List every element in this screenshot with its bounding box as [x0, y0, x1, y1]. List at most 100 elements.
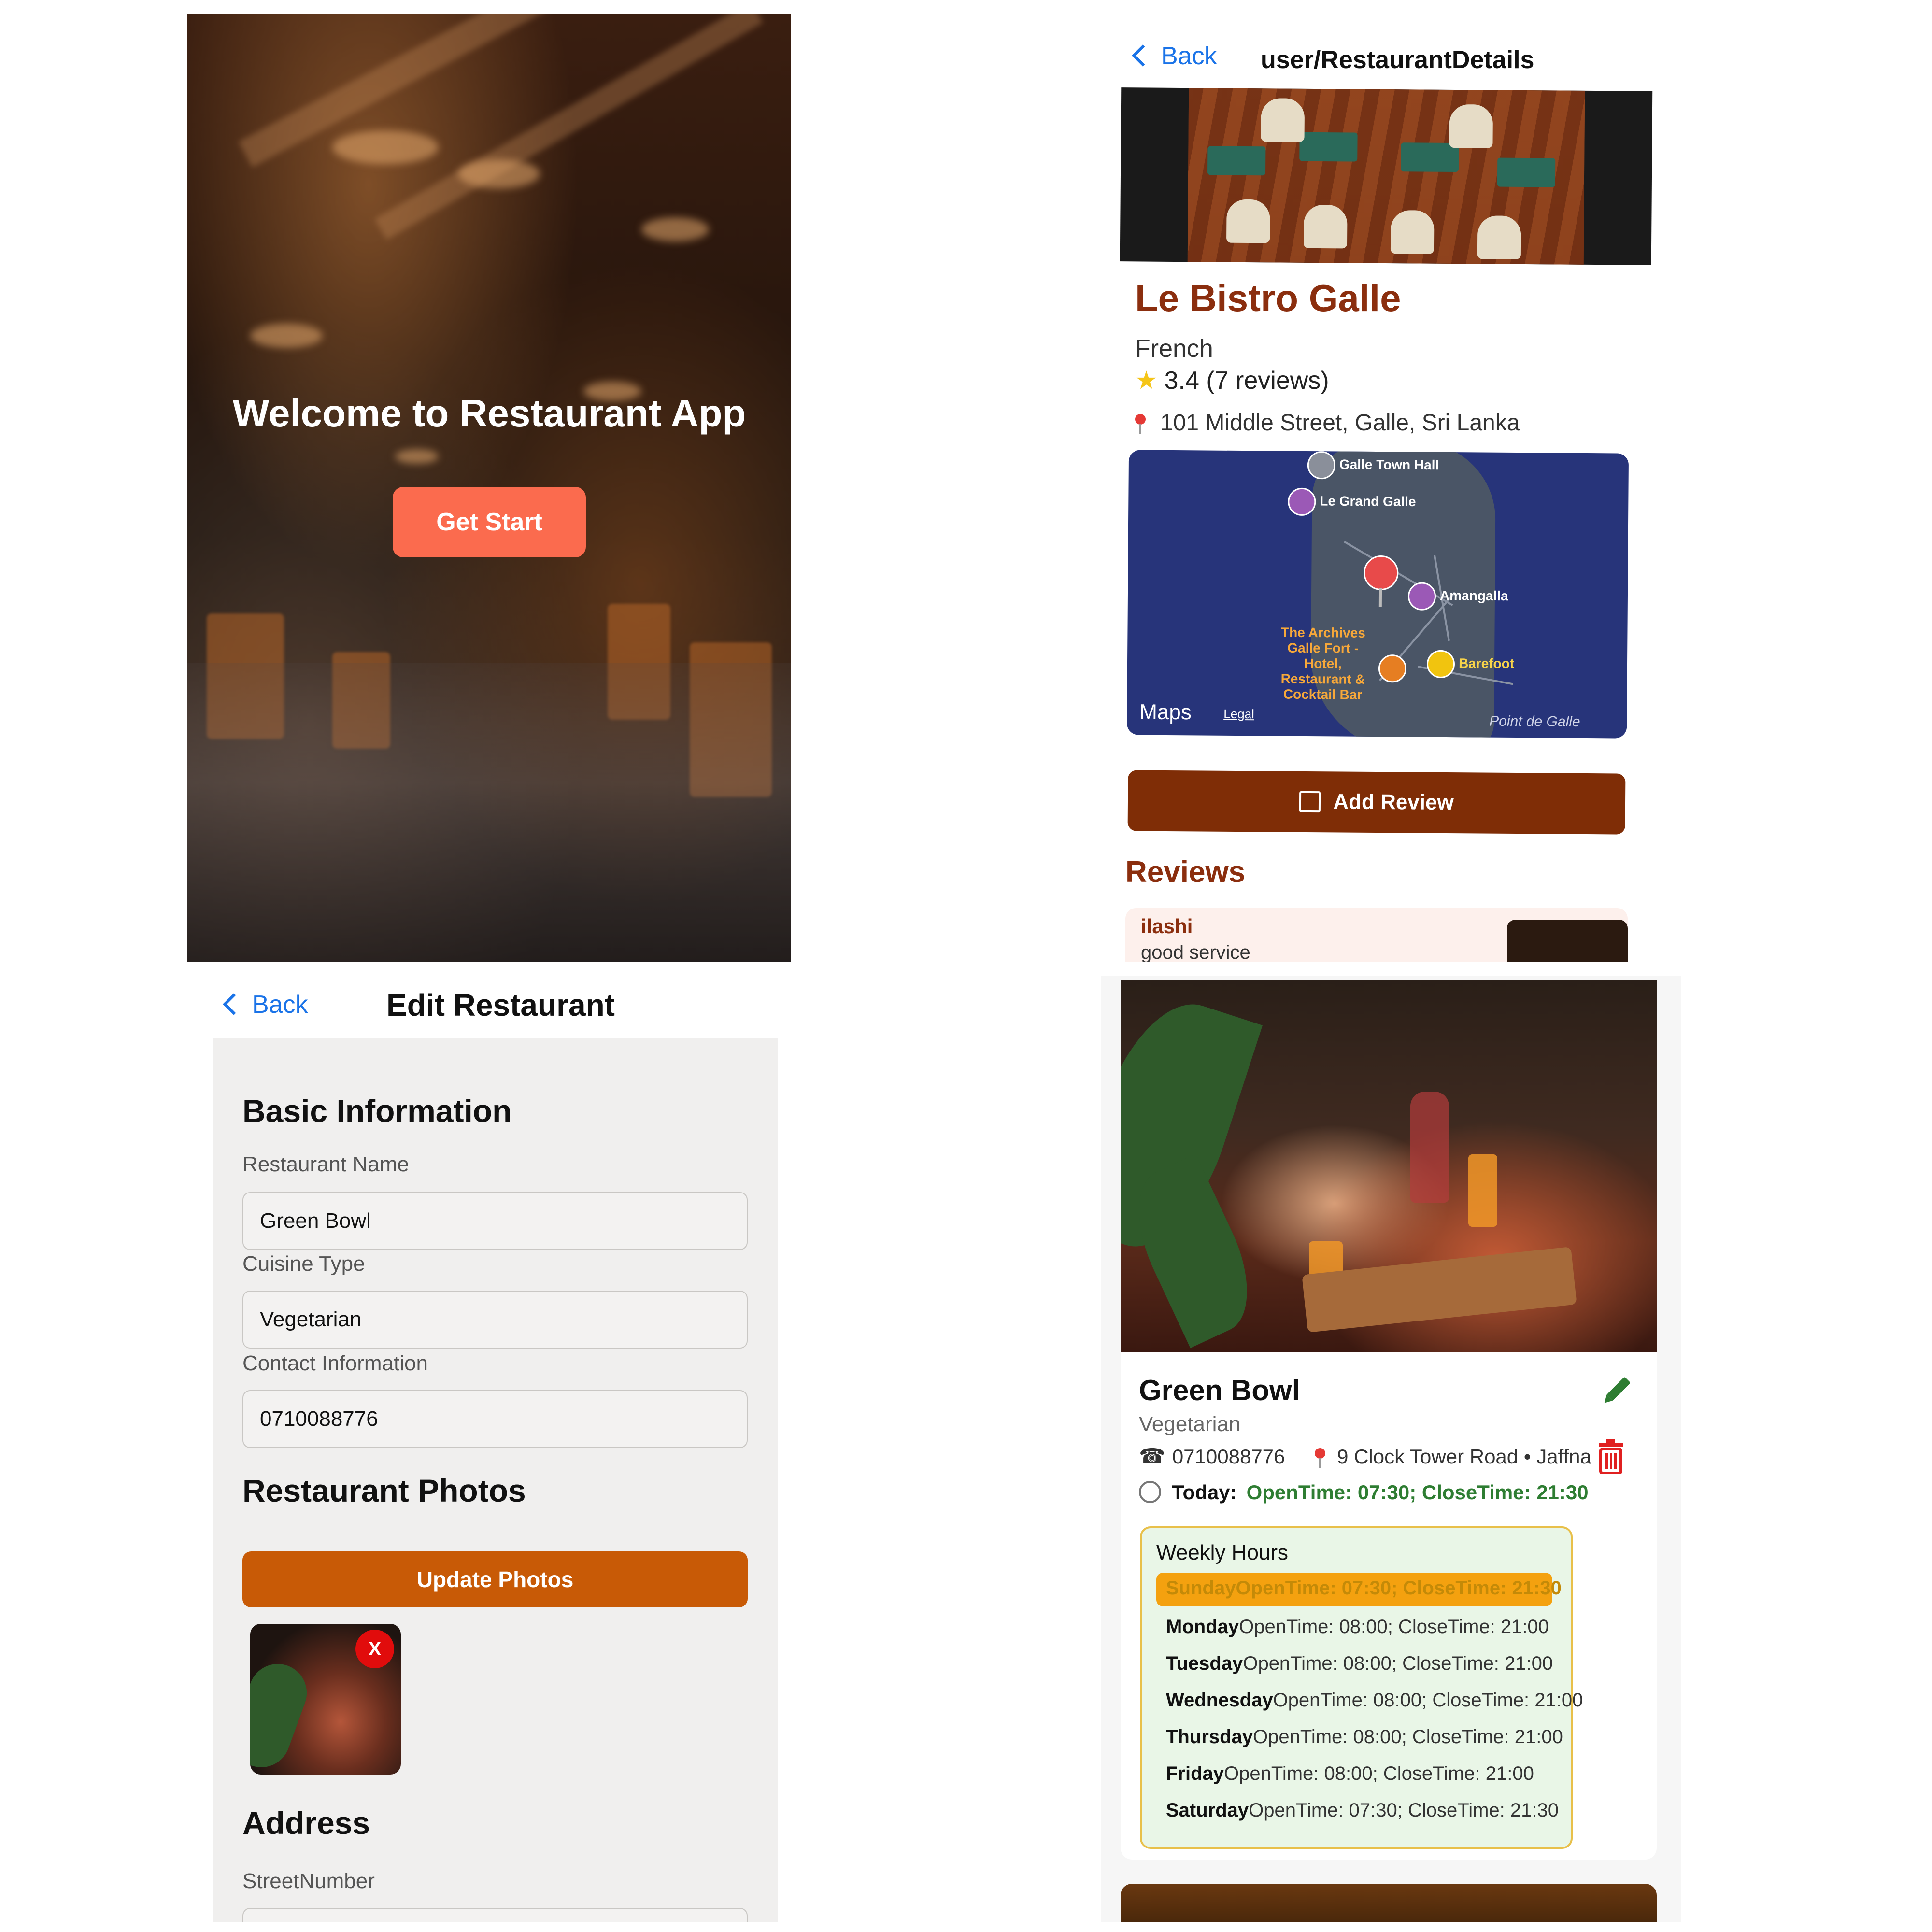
wine-carafe — [1410, 1092, 1449, 1203]
street-number-field[interactable]: 9 — [242, 1908, 748, 1922]
table-shape — [1401, 142, 1459, 172]
dining-room-photo — [1187, 88, 1585, 265]
day-hours: OpenTime: 07:30; CloseTime: 21:30 — [1249, 1800, 1559, 1821]
weekly-hours-panel: Weekly Hours SundayOpenTime: 07:30; Clos… — [1140, 1526, 1583, 1849]
rating-text: 3.4 (7 reviews) — [1164, 367, 1329, 395]
back-label: Back — [252, 991, 308, 1019]
restaurant-rating: ★ 3.4 (7 reviews) — [1135, 366, 1329, 395]
address-text: 9 Clock Tower Road • Jaffna — [1337, 1445, 1591, 1468]
bed-icon — [1407, 582, 1436, 611]
chair-shape — [1261, 98, 1305, 142]
map-poi[interactable]: The Archives Galle Fort - Hotel, Restaur… — [1267, 625, 1378, 703]
ceiling-lamp — [458, 159, 540, 188]
maps-logo: Maps — [1139, 700, 1192, 725]
star-icon: ★ — [1135, 367, 1158, 395]
restaurant-photos-heading: Restaurant Photos — [242, 1473, 526, 1508]
restaurant-name-field[interactable]: Green Bowl — [242, 1192, 748, 1250]
table-shape — [1497, 157, 1556, 187]
restaurant-details-screen: Back user/RestaurantDetails Le Bistro Ga… — [1111, 14, 1676, 962]
day-name: Saturday — [1166, 1800, 1249, 1821]
address-text: 101 Middle Street, Galle, Sri Lanka — [1160, 410, 1520, 436]
review-user: ilashi — [1141, 915, 1193, 938]
fork-knife-icon — [1378, 654, 1407, 683]
remove-photo-button[interactable]: X — [355, 1630, 394, 1668]
restaurant-name: Green Bowl — [1139, 1374, 1300, 1406]
floor — [187, 663, 791, 962]
ceiling-lamp — [332, 130, 439, 164]
review-text: good service — [1141, 942, 1250, 962]
map-poi[interactable]: Galle Town Hall — [1307, 451, 1439, 480]
welcome-title: Welcome to Restaurant App — [232, 392, 746, 435]
street-number-label: StreetNumber — [242, 1869, 375, 1893]
day-name: Tuesday — [1166, 1653, 1243, 1674]
map-poi[interactable]: Barefoot — [1426, 650, 1515, 679]
cuisine-type-field[interactable]: Vegetarian — [242, 1291, 748, 1349]
ceiling-lamp — [395, 449, 439, 464]
day-hours: OpenTime: 08:00; CloseTime: 21:00 — [1243, 1653, 1553, 1674]
map-poi[interactable]: Amangalla — [1407, 582, 1508, 611]
maps-legal-link[interactable]: Legal — [1223, 707, 1254, 722]
day-hours: OpenTime: 08:00; CloseTime: 21:00 — [1224, 1763, 1534, 1784]
review-photo-thumbnail[interactable] — [1507, 920, 1628, 962]
poi-label: Barefoot — [1458, 655, 1515, 671]
poi-label: Galle Town Hall — [1339, 456, 1439, 473]
table-shape — [1208, 146, 1266, 176]
restaurant-card[interactable]: Green Bowl Vegetarian ☎ 0710088776 9 Clo… — [1121, 1352, 1657, 1860]
day-hours: OpenTime: 08:00; CloseTime: 21:00 — [1239, 1616, 1549, 1637]
day-row: MondayOpenTime: 08:00; CloseTime: 21:00 — [1166, 1616, 1549, 1638]
add-review-button[interactable]: Add Review — [1127, 770, 1626, 835]
pencil-icon — [1604, 1377, 1630, 1403]
restaurant-hero-image — [1120, 87, 1653, 265]
restaurant-cuisine: Vegetarian — [1139, 1412, 1241, 1436]
bed-icon — [1288, 487, 1316, 516]
next-restaurant-card[interactable] — [1121, 1884, 1657, 1922]
restaurant-photo-thumbnail[interactable]: X — [250, 1624, 401, 1775]
poi-label: Le Grand Galle — [1320, 493, 1416, 509]
review-card[interactable]: ilashi good service — [1125, 908, 1628, 962]
map-poi[interactable]: Le Grand Galle — [1288, 487, 1416, 517]
maps-brand-text: Maps — [1139, 700, 1192, 724]
edit-icon — [1299, 791, 1321, 813]
cuisine-type-label: Cuisine Type — [242, 1252, 365, 1276]
page-title: Edit Restaurant — [386, 988, 615, 1023]
day-name: Thursday — [1166, 1726, 1253, 1747]
building-icon — [1307, 451, 1336, 480]
day-row: ThursdayOpenTime: 08:00; CloseTime: 21:0… — [1166, 1726, 1563, 1748]
restaurant-name-label: Restaurant Name — [242, 1152, 409, 1176]
contact-row: ☎ 0710088776 9 Clock Tower Road • Jaffna — [1139, 1444, 1603, 1469]
selected-location-pin-icon[interactable] — [1364, 555, 1399, 591]
map-area-label: Point de Galle — [1489, 713, 1580, 730]
ceiling-lamp — [250, 324, 323, 348]
location-pin-icon — [1315, 1448, 1326, 1468]
restaurant-cuisine: French — [1135, 335, 1213, 363]
back-label: Back — [1161, 42, 1217, 70]
day-row: WednesdayOpenTime: 08:00; CloseTime: 21:… — [1166, 1690, 1583, 1711]
update-photos-button[interactable]: Update Photos — [242, 1551, 748, 1607]
back-button[interactable]: Back — [223, 990, 308, 1019]
day-row: SaturdayOpenTime: 07:30; CloseTime: 21:3… — [1166, 1800, 1559, 1821]
chair-shape — [1390, 210, 1435, 254]
table-shape — [1299, 132, 1358, 162]
clock-icon — [1139, 1480, 1161, 1503]
back-button[interactable]: Back — [1132, 42, 1217, 71]
day-name: Friday — [1166, 1763, 1224, 1784]
location-pin-icon — [1135, 414, 1146, 435]
chevron-left-icon — [1132, 44, 1154, 67]
edit-form: Basic Information Restaurant Name Green … — [213, 1038, 778, 1922]
chair-shape — [1303, 204, 1348, 249]
day-row-sunday: SundayOpenTime: 07:30; CloseTime: 21:30 — [1166, 1577, 1562, 1599]
today-hours-value: OpenTime: 07:30; CloseTime: 21:30 — [1246, 1481, 1589, 1504]
contact-info-field[interactable]: 0710088776 — [242, 1390, 748, 1448]
phone-icon: ☎ — [1139, 1445, 1165, 1468]
basic-info-heading: Basic Information — [242, 1093, 512, 1129]
plant-leaf — [250, 1656, 315, 1775]
chair-shape — [1226, 199, 1270, 243]
day-row: TuesdayOpenTime: 08:00; CloseTime: 21:00 — [1166, 1653, 1553, 1675]
day-name: Wednesday — [1166, 1690, 1273, 1711]
weekly-hours-title: Weekly Hours — [1156, 1541, 1289, 1564]
juice-glass — [1468, 1154, 1497, 1227]
edit-restaurant-button[interactable] — [1596, 1372, 1635, 1410]
map-view[interactable]: Galle Town Hall Le Grand Galle Amangalla… — [1126, 450, 1629, 739]
serving-board — [1302, 1247, 1577, 1333]
get-start-button[interactable]: Get Start — [393, 487, 586, 557]
